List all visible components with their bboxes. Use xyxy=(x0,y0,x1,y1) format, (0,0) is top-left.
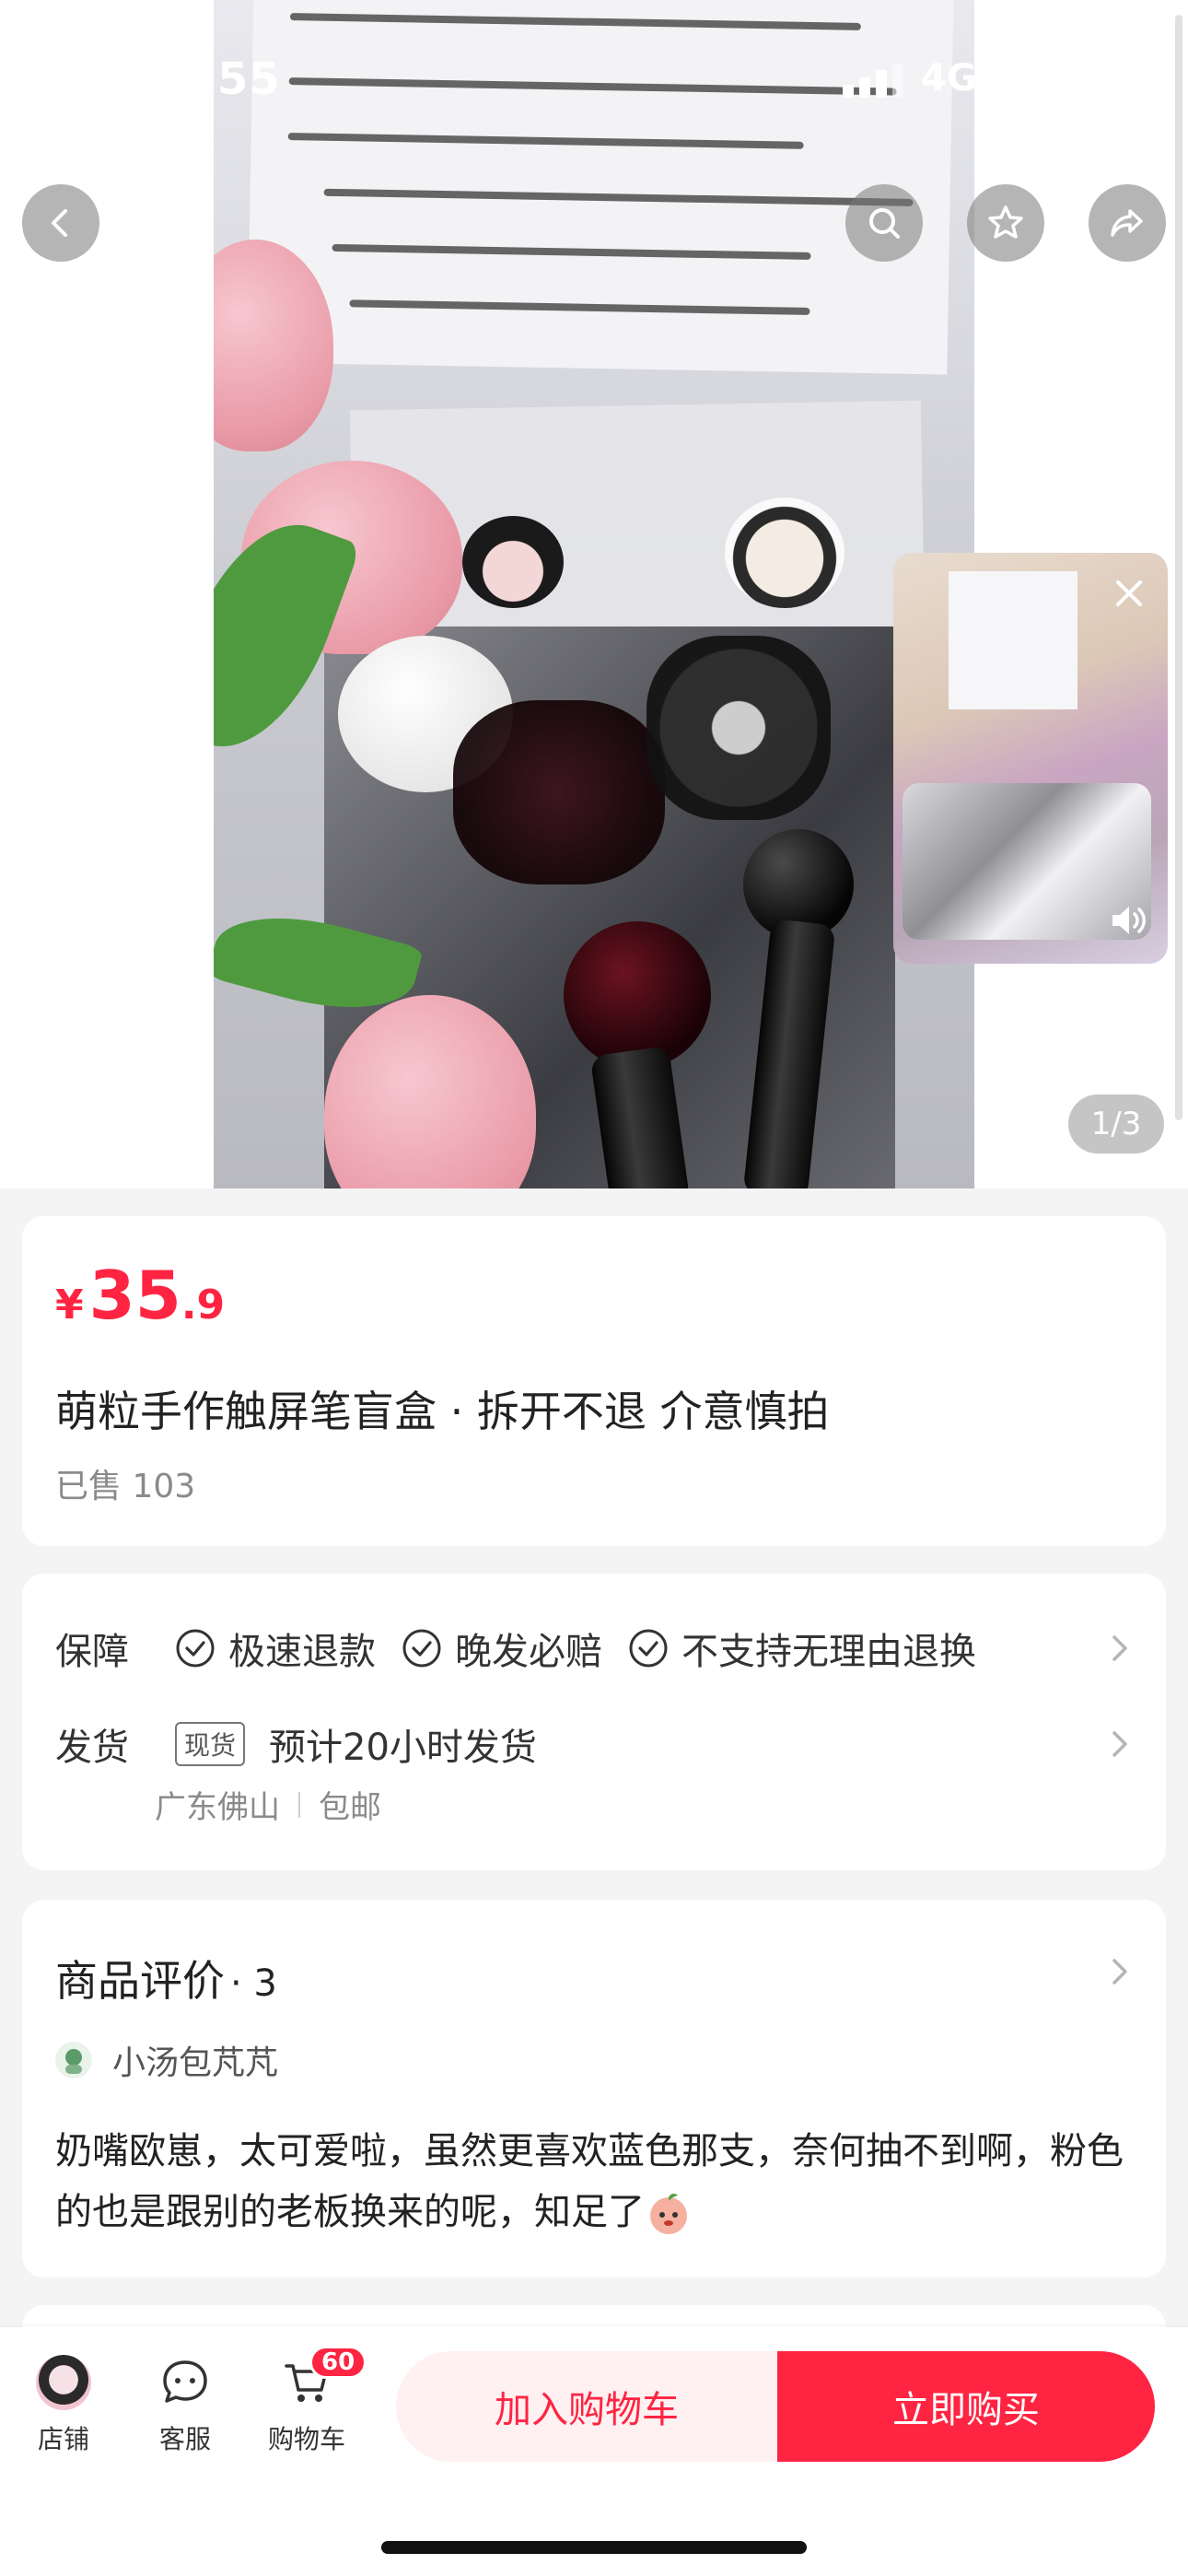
close-icon[interactable] xyxy=(1107,571,1151,615)
chat-icon xyxy=(163,2360,207,2403)
reviews-header[interactable]: 商品评价 · 3 xyxy=(55,1948,277,2008)
image-page-indicator: 1/3 xyxy=(1068,1095,1164,1153)
cart-count-badge: 60 xyxy=(309,2346,367,2379)
reviewer[interactable]: 小汤包芃芃 xyxy=(55,2036,278,2084)
review-content: 奶嘴欧崽，太可爱啦，虽然更喜欢蓝色那支，奈何抽不到啊，粉色的也是跟别的老板换来的… xyxy=(55,2121,1142,2242)
bottom-action-bar: 店铺 客服 60 购物车 加入购物车 立即购买 xyxy=(0,2327,1188,2576)
add-to-cart-button[interactable]: 加入购物车 xyxy=(396,2351,777,2462)
store-button[interactable]: 店铺 xyxy=(13,2355,114,2456)
background-paper xyxy=(247,0,954,375)
check-circle-icon xyxy=(629,1629,668,1668)
postage-info: 包邮 xyxy=(319,1789,381,1826)
peach-emoji-icon xyxy=(650,2193,687,2234)
page-scrollbar[interactable] xyxy=(1175,15,1182,1120)
reviews-count: · 3 xyxy=(230,1962,277,2005)
check-circle-icon xyxy=(402,1629,441,1668)
product-title: 萌粒手作触屏笔盲盒 · 拆开不退 介意慎拍 xyxy=(55,1387,830,1436)
favorite-button[interactable] xyxy=(967,184,1044,262)
home-indicator[interactable] xyxy=(381,2541,807,2554)
store-label: 店铺 xyxy=(37,2424,89,2454)
service-label: 客服 xyxy=(158,2424,211,2454)
shipping-row[interactable]: 发货 现货 预计20小时发货 xyxy=(55,1717,1133,1771)
product-detail-page: 55 4G 1/3 ¥ 35 .9 萌粒手作触屏笔盲盒 · 拆开不退 介意慎拍 … xyxy=(0,0,1188,2576)
guarantee-label: 保障 xyxy=(55,1631,129,1673)
shipping-label: 发货 xyxy=(55,1727,129,1769)
customer-service-button[interactable]: 客服 xyxy=(134,2355,236,2456)
chevron-right-icon xyxy=(1112,1635,1127,1661)
shipping-eta: 预计20小时发货 xyxy=(269,1727,537,1769)
signal-icon xyxy=(843,64,907,98)
chevron-right-icon xyxy=(1112,1731,1127,1757)
guarantee-item: 晚发必赔 xyxy=(402,1622,602,1675)
reviews-title: 商品评价 xyxy=(55,1956,225,2006)
check-circle-icon xyxy=(176,1629,215,1668)
chevron-right-icon xyxy=(1112,1959,1127,1985)
reviews-card[interactable]: 商品评价 · 3 小汤包芃芃 奶嘴欧崽，太可爱啦，虽然更喜欢蓝色那支，奈何抽不到… xyxy=(22,1900,1166,2277)
video-frame-paper xyxy=(949,571,1077,709)
price-integer: 35 xyxy=(88,1257,181,1334)
price-currency: ¥ xyxy=(55,1282,84,1329)
reviewer-name: 小汤包芃芃 xyxy=(112,2044,279,2082)
store-avatar xyxy=(36,2355,91,2410)
guarantee-item: 极速退款 xyxy=(175,1622,376,1675)
product-price: ¥ 35 .9 xyxy=(55,1257,225,1334)
search-button[interactable] xyxy=(845,184,923,262)
floating-video-player[interactable] xyxy=(893,553,1168,964)
cart-button[interactable]: 60 购物车 xyxy=(256,2346,367,2456)
divider xyxy=(298,1791,300,1818)
guarantee-item: 不支持无理由退换 xyxy=(628,1622,976,1675)
network-type: 4G xyxy=(921,57,977,100)
price-decimal: .9 xyxy=(181,1282,226,1329)
star-icon xyxy=(988,205,1023,239)
search-icon xyxy=(869,208,900,239)
buy-now-button[interactable]: 立即购买 xyxy=(777,2351,1155,2462)
ship-origin: 广东佛山 xyxy=(155,1789,280,1826)
share-button[interactable] xyxy=(1089,184,1166,262)
speaker-icon[interactable] xyxy=(1105,897,1151,943)
cart-label: 购物车 xyxy=(267,2424,345,2454)
chevron-left-icon xyxy=(52,209,67,237)
share-icon xyxy=(1111,209,1143,237)
sold-count: 已售 103 xyxy=(55,1468,196,1505)
product-photo[interactable] xyxy=(214,0,974,1188)
guarantee-row[interactable]: 保障 极速退款 晚发必赔 不支持无理由退换 xyxy=(55,1622,1133,1675)
shipping-details: 广东佛山 包邮 xyxy=(155,1782,381,1827)
avatar xyxy=(55,2042,92,2078)
product-image-carousel[interactable]: 55 4G 1/3 xyxy=(0,0,1188,1188)
product-info-card: ¥ 35 .9 萌粒手作触屏笔盲盒 · 拆开不退 介意慎拍 已售 103 xyxy=(22,1216,1166,1546)
back-button[interactable] xyxy=(22,184,99,262)
stock-tag: 现货 xyxy=(175,1722,246,1766)
status-time: 55 xyxy=(217,53,281,105)
